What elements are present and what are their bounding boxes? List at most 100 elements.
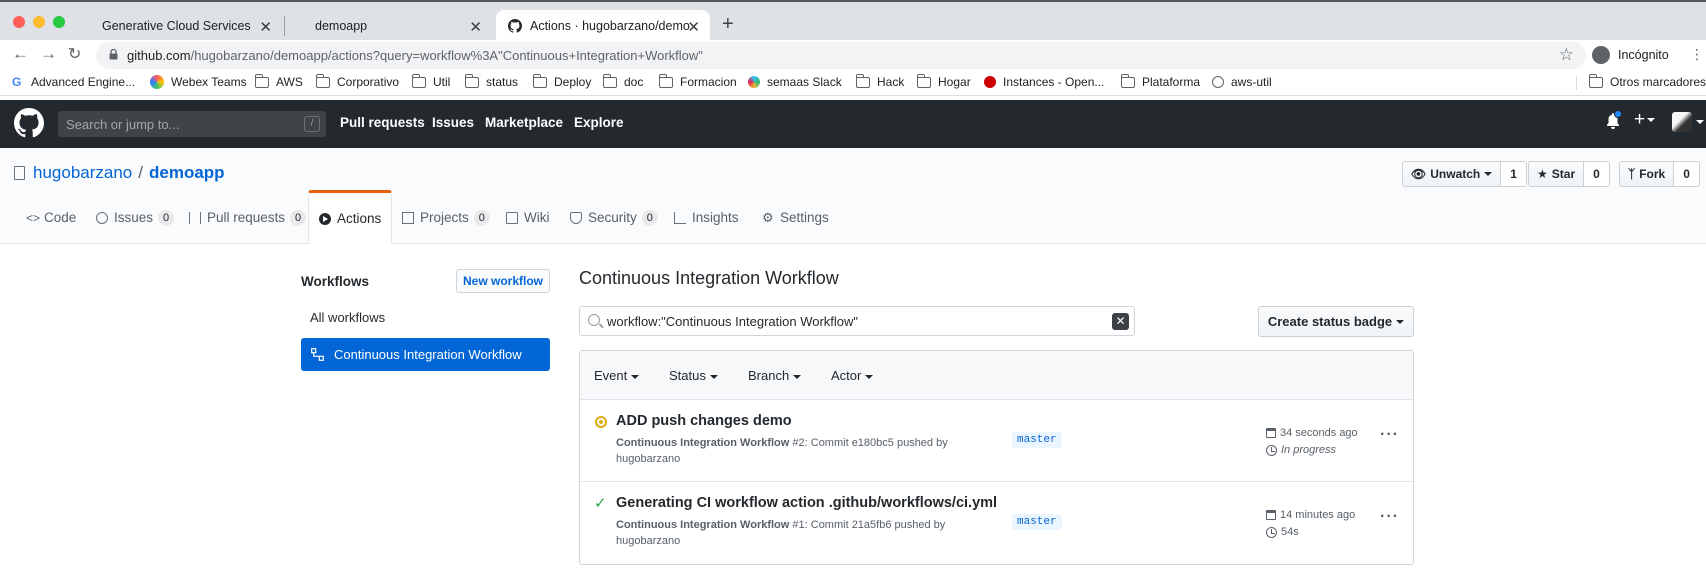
address-bar[interactable]: github.com/hugobarzano/demoapp/actions?q… xyxy=(96,42,1586,69)
notification-bell-icon[interactable] xyxy=(1606,110,1622,133)
unwatch-button[interactable]: 👁 Unwatch xyxy=(1402,161,1502,187)
bookmark-item[interactable]: Corporativo xyxy=(316,73,399,89)
bookmark-item[interactable]: Util xyxy=(412,73,451,89)
bookmark-item[interactable]: Hack xyxy=(856,73,904,89)
bookmark-item[interactable]: Instances - Open... xyxy=(984,75,1104,89)
bookmark-item[interactable]: doc xyxy=(603,73,643,89)
star-count[interactable]: 0 xyxy=(1584,161,1610,187)
run-when: 14 minutes ago xyxy=(1280,509,1356,521)
fork-icon: ᛉ xyxy=(1628,167,1636,181)
run-duration-value: 54s xyxy=(1281,526,1299,538)
branch-label[interactable]: master xyxy=(1012,432,1062,448)
browser-menu-icon[interactable]: ⋮ xyxy=(1690,46,1704,63)
close-window-button[interactable] xyxy=(13,16,25,28)
run-options-kebab-icon[interactable]: ··· xyxy=(1380,426,1399,444)
bookmarks-bar: G Advanced Engine... Webex Teams AWS Corp… xyxy=(0,70,1706,96)
create-new-plus-icon[interactable]: + xyxy=(1634,109,1656,131)
branch-filter-dropdown[interactable]: Branch xyxy=(748,368,802,383)
repo-owner-link[interactable]: hugobarzano xyxy=(33,163,132,183)
run-options-kebab-icon[interactable]: ··· xyxy=(1380,508,1399,526)
watch-button-group: 👁 Unwatch 1 xyxy=(1402,161,1527,187)
bookmark-label: semaas Slack xyxy=(767,75,842,89)
browser-tab-generative-cloud[interactable]: Generative Cloud Services ✕ xyxy=(86,10,282,42)
bookmark-label: Instances - Open... xyxy=(1003,75,1105,89)
chevron-down-icon xyxy=(1396,319,1405,324)
bookmark-item[interactable]: AWS xyxy=(255,73,303,89)
nav-explore[interactable]: Explore xyxy=(574,115,624,130)
reload-icon[interactable]: ↻ xyxy=(68,44,81,64)
bookmark-item[interactable]: Formacion xyxy=(659,73,737,89)
fork-button[interactable]: ᛉ Fork xyxy=(1619,161,1675,187)
close-icon[interactable]: ✕ xyxy=(469,18,482,36)
watch-count[interactable]: 1 xyxy=(1501,161,1527,187)
bookmark-item[interactable]: aws-util xyxy=(1212,75,1272,89)
run-title-link[interactable]: ADD push changes demo xyxy=(616,413,792,429)
nav-marketplace[interactable]: Marketplace xyxy=(485,115,563,130)
tab-code[interactable]: <> Code xyxy=(26,191,76,244)
tab-actions[interactable]: Actions xyxy=(308,190,393,244)
close-icon[interactable]: ✕ xyxy=(687,18,700,36)
star-button[interactable]: ★ Star xyxy=(1528,161,1585,187)
filter-label: Branch xyxy=(748,368,790,383)
status-filter-dropdown[interactable]: Status xyxy=(669,368,718,383)
tab-settings[interactable]: ⚙ Settings xyxy=(762,191,829,244)
bookmark-star-icon[interactable]: ☆ xyxy=(1559,45,1574,65)
workflow-filter-input[interactable]: workflow:"Continuous Integration Workflo… xyxy=(579,306,1135,336)
filter-label: Event xyxy=(594,368,628,383)
user-avatar-menu[interactable] xyxy=(1672,112,1704,132)
bookmark-item-other[interactable]: Otros marcadores xyxy=(1589,73,1706,89)
back-arrow-icon[interactable]: ← xyxy=(12,44,29,64)
tab-issues[interactable]: Issues 0 xyxy=(96,191,175,244)
bookmark-item[interactable]: Hogar xyxy=(917,73,971,89)
workflow-run-row[interactable]: ✓ Generating CI workflow action .github/… xyxy=(580,482,1413,564)
workflow-item-selected[interactable]: Continuous Integration Workflow xyxy=(301,338,550,371)
bookmark-item[interactable]: status xyxy=(465,73,518,89)
tab-insights[interactable]: Insights xyxy=(674,191,739,244)
bookmark-item[interactable]: Webex Teams xyxy=(150,75,247,89)
browser-toolbar: ← → ↻ github.com/hugobarzano/demoapp/act… xyxy=(0,40,1706,70)
bookmark-item[interactable]: G Advanced Engine... xyxy=(12,75,135,89)
new-tab-button[interactable]: + xyxy=(722,13,734,36)
chevron-down-icon xyxy=(793,374,802,379)
in-progress-status-icon xyxy=(595,416,607,428)
fork-count[interactable]: 0 xyxy=(1674,161,1700,187)
repo-name-link[interactable]: demoapp xyxy=(149,163,225,183)
bookmark-label: Util xyxy=(433,75,451,89)
nav-issues[interactable]: Issues xyxy=(432,115,474,130)
workflow-run-row[interactable]: ADD push changes demo Continuous Integra… xyxy=(580,400,1413,482)
chevron-down-icon xyxy=(1484,172,1493,176)
nav-pull-requests[interactable]: Pull requests xyxy=(340,115,425,130)
browser-tab-actions[interactable]: Actions · hugobarzano/demoapp ✕ xyxy=(496,10,710,42)
incognito-indicator[interactable]: Incógnito xyxy=(1592,44,1669,66)
slack-icon xyxy=(748,76,760,88)
run-timestamp: 14 minutes ago xyxy=(1266,509,1355,521)
tab-security[interactable]: Security 0 xyxy=(570,191,658,244)
tab-title: Actions · hugobarzano/demoapp xyxy=(530,19,690,33)
maximize-window-button[interactable] xyxy=(53,16,65,28)
branch-label[interactable]: master xyxy=(1012,514,1062,530)
event-filter-dropdown[interactable]: Event xyxy=(594,368,640,383)
clear-filter-icon[interactable]: ✕ xyxy=(1112,313,1129,330)
run-title-link[interactable]: Generating CI workflow action .github/wo… xyxy=(616,495,997,511)
new-workflow-button[interactable]: New workflow xyxy=(456,269,550,293)
actor-filter-dropdown[interactable]: Actor xyxy=(831,368,874,383)
github-logo-icon[interactable] xyxy=(14,108,44,138)
all-workflows-link[interactable]: All workflows xyxy=(310,310,385,325)
tab-pull-requests[interactable]: Pull requests 0 xyxy=(189,191,307,244)
incognito-icon xyxy=(1592,46,1610,64)
tab-wiki[interactable]: Wiki xyxy=(506,191,550,244)
create-status-badge-button[interactable]: Create status badge xyxy=(1258,306,1414,337)
github-search-input[interactable]: Search or jump to... / xyxy=(58,111,326,137)
bookmark-item[interactable]: semaas Slack xyxy=(748,75,842,89)
star-icon: ★ xyxy=(1537,167,1548,181)
bookmark-item[interactable]: Plataforma xyxy=(1121,73,1200,89)
tab-projects[interactable]: Projects 0 xyxy=(402,191,490,244)
browser-tab-demoapp[interactable]: demoapp ✕ xyxy=(296,10,492,42)
star-label: Star xyxy=(1551,167,1576,181)
bookmark-item[interactable]: Deploy xyxy=(533,73,591,89)
issue-opened-icon xyxy=(96,211,108,224)
forward-arrow-icon[interactable]: → xyxy=(40,44,57,64)
run-when: 34 seconds ago xyxy=(1280,427,1358,439)
close-icon[interactable]: ✕ xyxy=(259,18,272,36)
minimize-window-button[interactable] xyxy=(33,16,45,28)
